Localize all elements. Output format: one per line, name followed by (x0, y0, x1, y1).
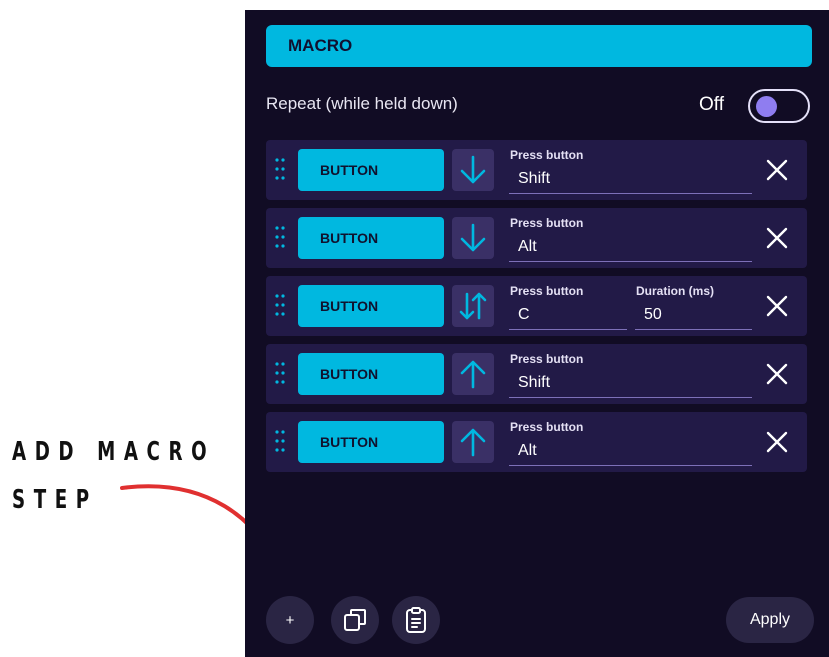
macro-steps-list: BUTTON Press button Shift BUTTON Press b… (266, 140, 807, 480)
field-value: Alt (518, 238, 537, 255)
drag-handle-icon[interactable] (274, 429, 286, 453)
direction-button[interactable] (452, 421, 494, 463)
field-value: Shift (518, 170, 551, 187)
toggle-state-label: Off (699, 94, 724, 115)
field-label: Press button (510, 216, 584, 230)
macro-title-bar: MACRO (266, 25, 812, 67)
clipboard-icon (406, 607, 426, 633)
arrow-up-icon (460, 428, 486, 457)
macro-step: BUTTON Press button Alt (266, 208, 807, 268)
press-button-field[interactable]: Press button Alt (509, 418, 752, 466)
arrow-down-icon (460, 155, 486, 184)
press-button-field[interactable]: Press button Alt (509, 214, 752, 262)
step-type-label: BUTTON (320, 434, 379, 450)
drag-handle-icon[interactable] (274, 293, 286, 317)
press-button-field[interactable]: Press button C (509, 282, 627, 330)
arrow-down-up-icon (459, 292, 487, 320)
direction-button[interactable] (452, 217, 494, 259)
macro-step: BUTTON Press button C Duration (ms) 50 (266, 276, 807, 336)
apply-label: Apply (749, 611, 791, 628)
arrow-down-icon (460, 223, 486, 252)
close-icon[interactable] (764, 225, 790, 251)
step-type-label: BUTTON (320, 230, 379, 246)
close-icon[interactable] (764, 361, 790, 387)
press-button-field[interactable]: Press button Shift (509, 146, 752, 194)
step-type-button[interactable]: BUTTON (298, 285, 444, 327)
step-type-button[interactable]: BUTTON (298, 353, 444, 395)
duration-label: Duration (ms) (636, 284, 714, 298)
duration-field[interactable]: Duration (ms) 50 (635, 282, 752, 330)
plus-icon: + (285, 611, 295, 629)
duration-value: 50 (644, 306, 662, 323)
macro-title: MACRO (288, 36, 353, 55)
step-type-button[interactable]: BUTTON (298, 421, 444, 463)
repeat-toggle[interactable] (748, 89, 810, 123)
add-step-button[interactable]: + (266, 596, 314, 644)
footer-toolbar: + Apply (245, 596, 829, 646)
drag-handle-icon[interactable] (274, 225, 286, 249)
field-value: Shift (518, 374, 551, 391)
field-value: Alt (518, 442, 537, 459)
toggle-knob (756, 96, 777, 117)
field-label: Press button (510, 284, 584, 298)
macro-step: BUTTON Press button Alt (266, 412, 807, 472)
macro-step: BUTTON Press button Shift (266, 140, 807, 200)
close-icon[interactable] (764, 293, 790, 319)
apply-button[interactable]: Apply (726, 597, 814, 643)
field-label: Press button (510, 352, 584, 366)
step-type-button[interactable]: BUTTON (298, 149, 444, 191)
step-type-label: BUTTON (320, 298, 379, 314)
repeat-label: Repeat (while held down) (266, 94, 458, 113)
drag-handle-icon[interactable] (274, 361, 286, 385)
drag-handle-icon[interactable] (274, 157, 286, 181)
copy-icon (344, 609, 366, 631)
close-icon[interactable] (764, 157, 790, 183)
field-value: C (518, 306, 530, 323)
copy-button[interactable] (331, 596, 379, 644)
field-label: Press button (510, 148, 584, 162)
paste-button[interactable] (392, 596, 440, 644)
step-type-button[interactable]: BUTTON (298, 217, 444, 259)
press-button-field[interactable]: Press button Shift (509, 350, 752, 398)
annotation-label: ADD MACRO STEP (12, 437, 216, 515)
close-icon[interactable] (764, 429, 790, 455)
arrow-up-icon (460, 360, 486, 389)
direction-button[interactable] (452, 149, 494, 191)
direction-button[interactable] (452, 353, 494, 395)
step-type-label: BUTTON (320, 162, 379, 178)
field-label: Press button (510, 420, 584, 434)
macro-step: BUTTON Press button Shift (266, 344, 807, 404)
direction-button[interactable] (452, 285, 494, 327)
step-type-label: BUTTON (320, 366, 379, 382)
macro-panel: MACRO Repeat (while held down) Off BUTTO… (245, 10, 829, 657)
